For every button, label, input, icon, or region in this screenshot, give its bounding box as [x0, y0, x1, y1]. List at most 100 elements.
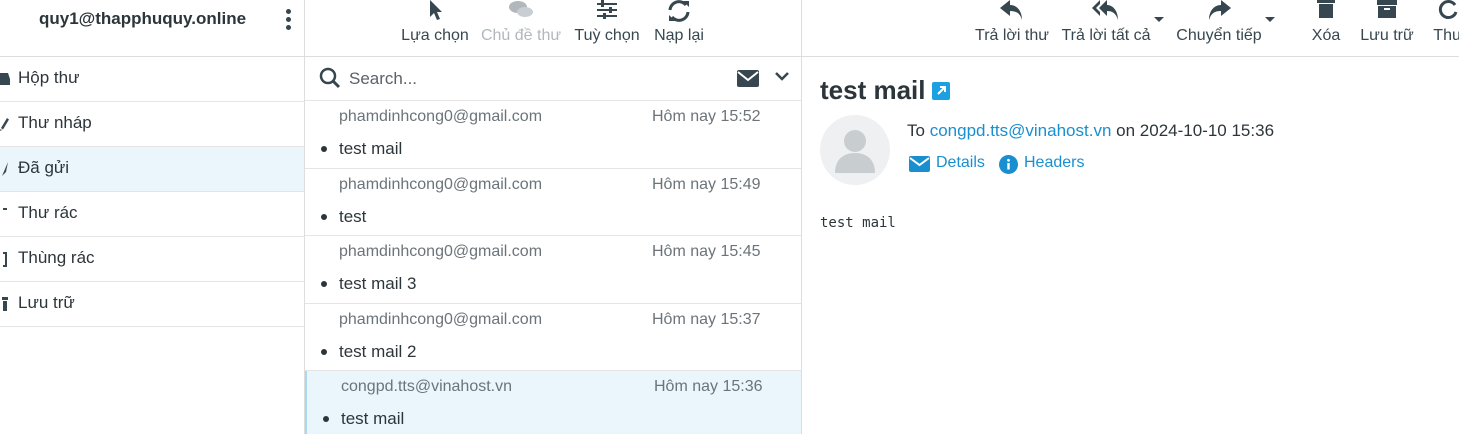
- recipient-line: To congpd.tts@vinahost.vn on 2024-10-10 …: [907, 121, 1274, 141]
- details-label: Details: [936, 154, 985, 171]
- message-title: test mail: [820, 75, 926, 105]
- archive-icon: [1377, 0, 1397, 18]
- pencil-icon: [0, 118, 9, 131]
- message-date: Hôm nay 15:52: [652, 108, 761, 125]
- delete-button[interactable]: Xóa: [1310, 0, 1342, 57]
- account-email: quy1@thapphuquy.online: [39, 9, 247, 28]
- recipient-link[interactable]: congpd.tts@vinahost.vn: [930, 121, 1112, 140]
- message-date-full: 2024-10-10 15:36: [1139, 121, 1275, 140]
- search-input[interactable]: [349, 65, 729, 93]
- message-subject: test mail: [341, 409, 405, 428]
- message-list-panel: Lựa chọn Chủ đề thư Tuỳ chọn Nạp lại pha…: [305, 0, 802, 434]
- message-date: Hôm nay 15:37: [652, 310, 761, 328]
- preview-toolbar: Trả lời thư Trả lời tất cả Chuyển tiếp X…: [802, 0, 1459, 57]
- folder-drafts[interactable]: Thư nháp: [0, 102, 304, 147]
- forward-icon: [1209, 0, 1231, 20]
- chevron-down-icon[interactable]: [775, 72, 789, 82]
- delete-label: Xóa: [1311, 27, 1341, 44]
- message-from: phamdinhcong0@gmail.com: [339, 108, 543, 125]
- forward-label: Chuyển tiếp: [1176, 27, 1262, 44]
- message-from: phamdinhcong0@gmail.com: [339, 310, 543, 328]
- folder-label: Thùng rác: [18, 248, 95, 267]
- avatar: [820, 115, 890, 185]
- folder-spam[interactable]: Thư rác: [0, 192, 304, 237]
- reply-all-caret-icon[interactable]: [1154, 17, 1164, 22]
- envelope-icon: [909, 156, 930, 172]
- paper-plane-icon: [2, 162, 8, 176]
- folder-label: Lưu trữ: [18, 293, 75, 312]
- to-label: To: [907, 121, 925, 140]
- cursor-icon: [430, 0, 442, 20]
- unread-dot-icon: [321, 348, 327, 355]
- message-row[interactable]: phamdinhcong0@gmail.com Hôm nay 15:45 te…: [305, 236, 801, 304]
- select-label: Lựa chọn: [401, 27, 469, 44]
- folder-sent[interactable]: Đã gửi: [0, 147, 304, 192]
- folder-label: Thư rác: [18, 203, 78, 222]
- search-icon[interactable]: [319, 67, 341, 89]
- options-label: Tuỳ chọn: [574, 27, 640, 44]
- message-subject: test mail: [339, 139, 403, 158]
- forward-caret-icon[interactable]: [1265, 17, 1275, 22]
- folder-label: Thư nháp: [18, 113, 92, 132]
- unread-dot-icon: [321, 281, 327, 287]
- message-subject: test: [339, 206, 367, 226]
- reply-label: Trả lời thư: [975, 27, 1049, 44]
- threads-button[interactable]: Chủ đề thư: [480, 0, 562, 57]
- account-menu-icon[interactable]: [283, 9, 293, 31]
- message-row[interactable]: phamdinhcong0@gmail.com Hôm nay 15:52 te…: [305, 101, 801, 169]
- envelope-icon[interactable]: [737, 70, 759, 87]
- refresh-icon: [668, 0, 690, 22]
- unread-dot-icon: [321, 213, 327, 220]
- folder-label: Đã gửi: [18, 158, 70, 177]
- folder-archive[interactable]: Lưu trữ: [0, 282, 304, 327]
- sliders-icon: [597, 0, 617, 19]
- reply-button[interactable]: Trả lời thư: [975, 0, 1049, 57]
- refresh-button[interactable]: Nạp lại: [653, 0, 705, 57]
- inbox-icon: [0, 73, 10, 85]
- on-label: on: [1116, 121, 1136, 140]
- message-date: Hôm nay 15:49: [652, 175, 761, 193]
- open-external-icon[interactable]: [932, 82, 950, 100]
- folder-inbox[interactable]: Hộp thư: [0, 57, 304, 102]
- message-from: phamdinhcong0@gmail.com: [339, 175, 543, 193]
- reply-icon: [1000, 0, 1022, 20]
- message-row-selected[interactable]: congpd.tts@vinahost.vn Hôm nay 15:36 tes…: [305, 371, 801, 434]
- account-header: quy1@thapphuquy.online: [0, 0, 304, 57]
- message-preview-panel: Trả lời thư Trả lời tất cả Chuyển tiếp X…: [802, 0, 1459, 434]
- message-from: congpd.tts@vinahost.vn: [341, 378, 513, 395]
- message-subject: test mail 2: [339, 341, 417, 361]
- folder-sidebar: quy1@thapphuquy.online Hộp thư Thư nháp …: [0, 0, 305, 434]
- options-button[interactable]: Tuỳ chọn: [574, 0, 640, 57]
- archive-icon: [2, 297, 8, 311]
- archive-button[interactable]: Lưu trữ: [1360, 0, 1414, 57]
- search-bar: [305, 57, 801, 101]
- trash-icon: [1317, 0, 1335, 18]
- forward-button[interactable]: Chuyển tiếp: [1176, 0, 1262, 57]
- folder-label: Hộp thư: [18, 68, 80, 87]
- archive-label: Lưu trữ: [1360, 27, 1414, 44]
- more-button[interactable]: Thư: [1428, 0, 1459, 57]
- message-date: Hôm nay 15:36: [654, 378, 763, 395]
- message-body: test mail: [820, 215, 896, 231]
- info-icon: [999, 155, 1018, 174]
- refresh-icon: [1438, 0, 1458, 19]
- message-row[interactable]: phamdinhcong0@gmail.com Hôm nay 15:37 te…: [305, 304, 801, 371]
- spam-icon: [3, 208, 7, 210]
- reply-all-icon: [1092, 0, 1118, 20]
- folder-trash[interactable]: Thùng rác: [0, 237, 304, 282]
- unread-dot-icon: [321, 146, 327, 152]
- comments-icon: [509, 1, 533, 17]
- more-label: Thư: [1433, 27, 1459, 44]
- list-toolbar: Lựa chọn Chủ đề thư Tuỳ chọn Nạp lại: [305, 0, 801, 57]
- select-button[interactable]: Lựa chọn: [401, 0, 469, 57]
- reply-all-label: Trả lời tất cả: [1061, 27, 1151, 44]
- reply-all-button[interactable]: Trả lời tất cả: [1061, 0, 1151, 57]
- message-row[interactable]: phamdinhcong0@gmail.com Hôm nay 15:49 te…: [305, 169, 801, 236]
- message-subject: test mail 3: [339, 274, 417, 293]
- unread-dot-icon: [323, 416, 329, 422]
- headers-label: Headers: [1024, 154, 1085, 171]
- refresh-label: Nạp lại: [654, 27, 704, 44]
- threads-label: Chủ đề thư: [480, 27, 562, 44]
- message-from: phamdinhcong0@gmail.com: [339, 243, 543, 260]
- trash-icon: [3, 252, 7, 267]
